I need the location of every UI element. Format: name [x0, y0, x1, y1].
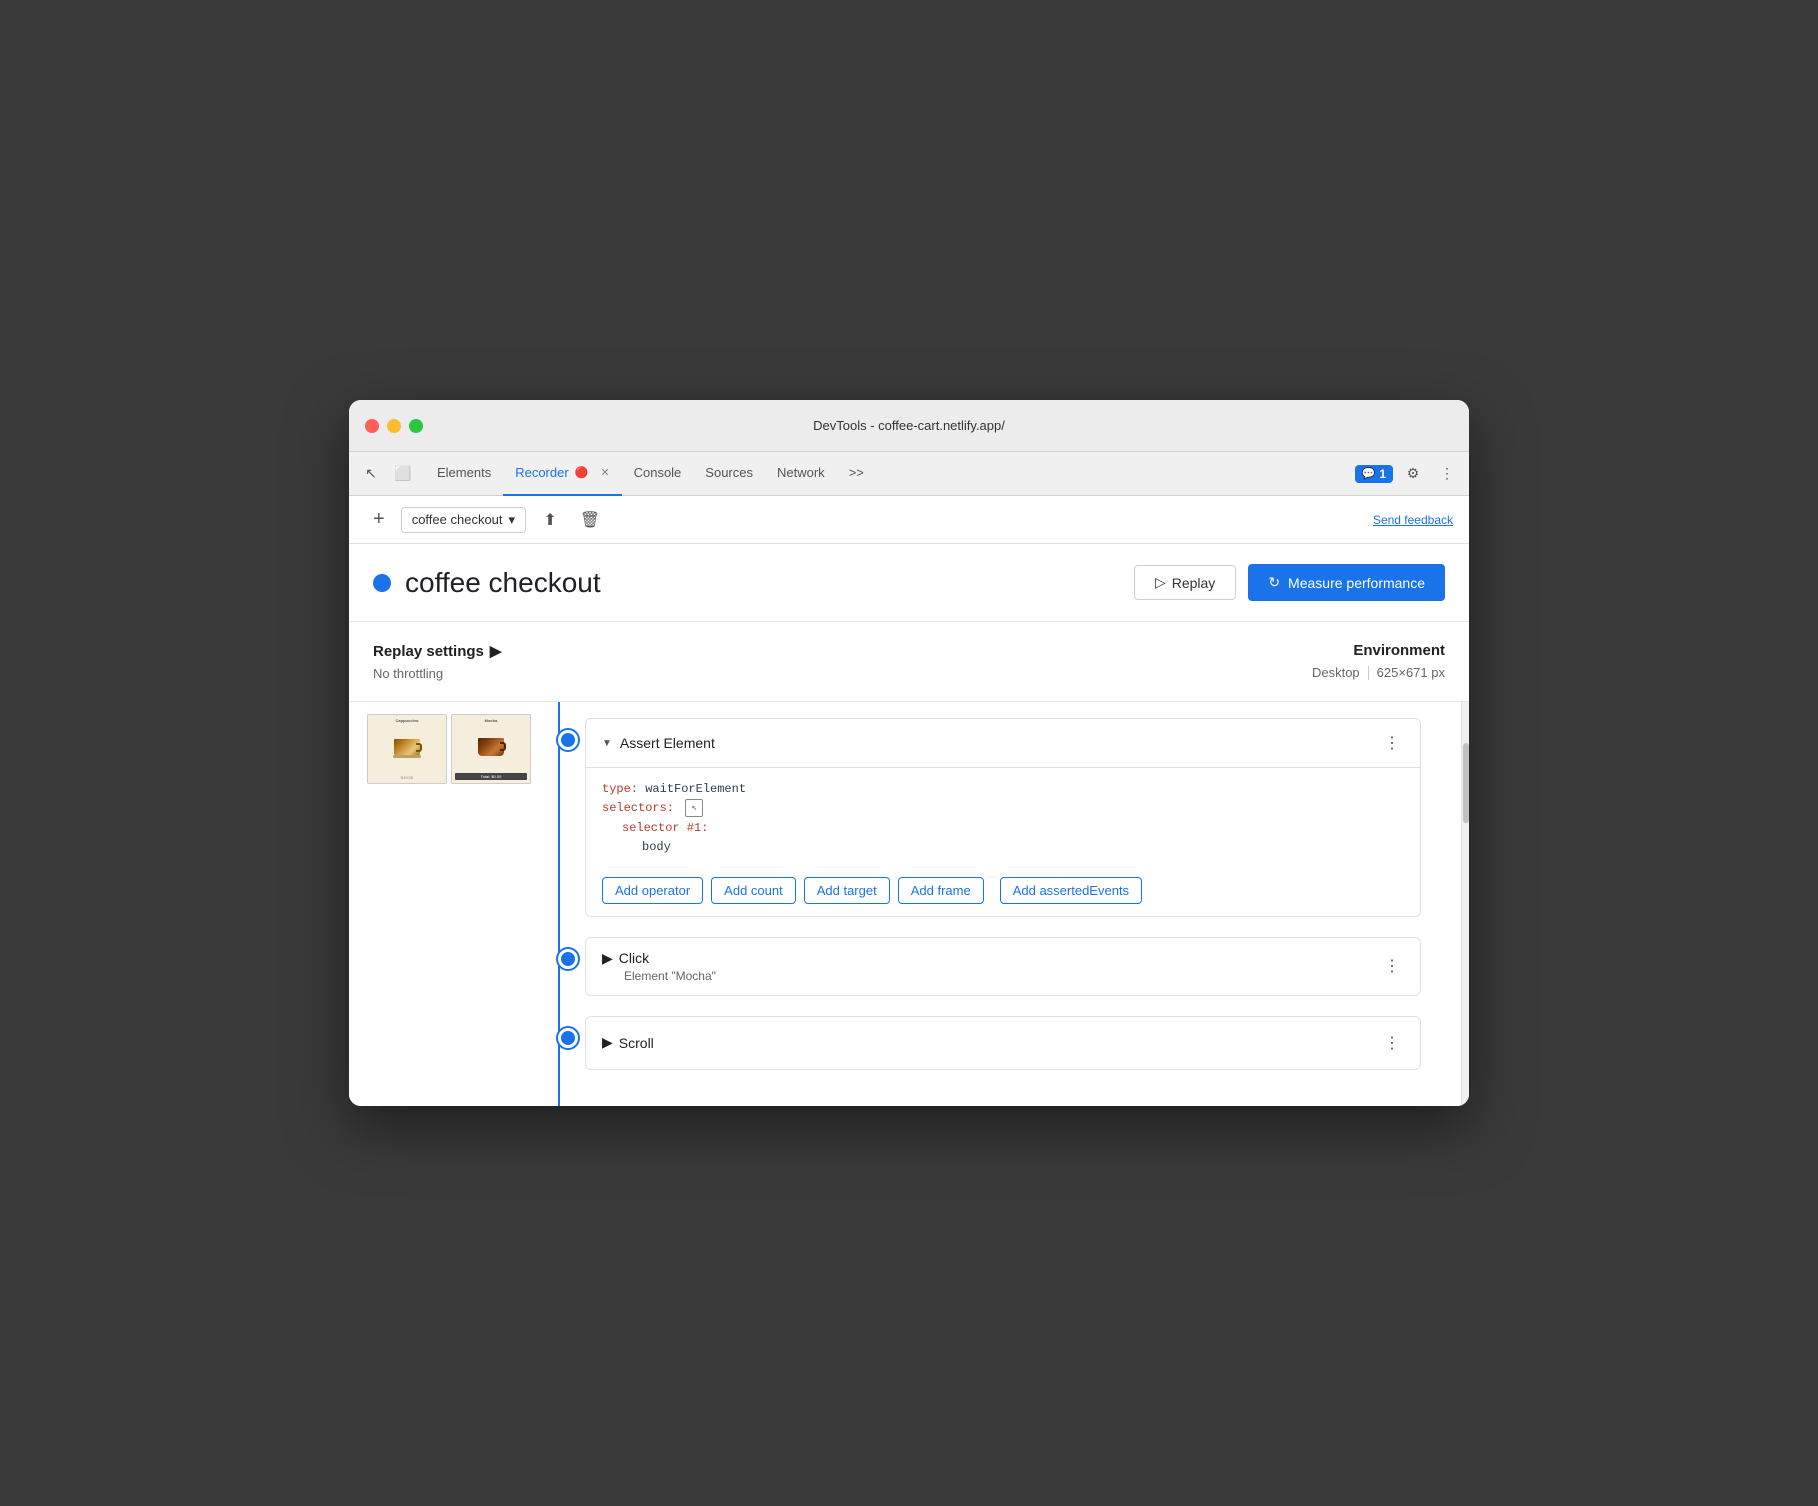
close-button[interactable]	[365, 419, 379, 433]
timeline-dot-2	[558, 949, 578, 969]
title-bar: DevTools - coffee-cart.netlify.app/	[349, 400, 1469, 452]
add-frame-button[interactable]: Add frame	[898, 877, 984, 904]
delete-icon: 🗑	[580, 510, 600, 530]
thumbnail-1: Cappuccino $19.00	[367, 714, 447, 784]
assert-element-header[interactable]: ▼ Assert Element ⋮	[586, 719, 1420, 767]
code-selector1: selector #1:	[602, 819, 1404, 838]
environment-value: Desktop 625×671 px	[1312, 665, 1445, 680]
main-content: coffee checkout ▷ Replay ↻ Measure perfo…	[349, 544, 1469, 1106]
settings-icon[interactable]: ⚙	[1399, 460, 1427, 488]
assert-element-card: ▼ Assert Element ⋮ type: waitForElement	[585, 718, 1421, 917]
export-button[interactable]: ⬆	[534, 504, 566, 536]
add-operator-button[interactable]: Add operator	[602, 877, 703, 904]
step-click: ▶ Click Element "Mocha" ⋮	[585, 937, 1445, 996]
tab-more[interactable]: >>	[837, 452, 876, 496]
recording-header: coffee checkout ▷ Replay ↻ Measure perfo…	[349, 544, 1469, 622]
add-asserted-events-button[interactable]: Add assertedEvents	[1000, 877, 1142, 904]
replay-settings-toggle[interactable]: Replay settings ▶	[373, 642, 501, 660]
click-title: ▶ Click	[602, 950, 716, 967]
environment-title: Environment	[1312, 642, 1445, 659]
environment-section: Environment Desktop 625×671 px	[1312, 642, 1445, 680]
click-header[interactable]: ▶ Click Element "Mocha" ⋮	[586, 938, 1420, 995]
send-feedback-link[interactable]: Send feedback	[1373, 513, 1453, 527]
scroll-card: ▶ Scroll ⋮	[585, 1016, 1421, 1070]
click-title-group: ▶ Click Element "Mocha"	[602, 950, 716, 983]
screenshot-thumbnails: Cappuccino $19.00	[367, 714, 531, 784]
cursor-icon[interactable]: ↖	[357, 460, 385, 488]
timeline-dot-1	[558, 730, 578, 750]
scroll-menu-icon[interactable]: ⋮	[1380, 1029, 1404, 1057]
window-title: DevTools - coffee-cart.netlify.app/	[813, 418, 1005, 433]
click-menu-icon[interactable]: ⋮	[1380, 952, 1404, 980]
click-chevron-icon: ▶	[602, 950, 613, 967]
throttling-value: No throttling	[373, 666, 501, 681]
replay-button[interactable]: ▷ Replay	[1134, 565, 1236, 600]
tab-console[interactable]: Console	[622, 452, 694, 496]
export-icon: ⬆	[543, 510, 556, 530]
scroll-chevron-icon: ▶	[602, 1034, 613, 1051]
replay-play-icon: ▷	[1155, 574, 1166, 591]
add-target-button[interactable]: Add target	[804, 877, 890, 904]
recording-selector[interactable]: coffee checkout ▾	[401, 507, 526, 533]
traffic-lights	[365, 419, 423, 433]
assert-element-body: type: waitForElement selectors: ↖ select	[586, 767, 1420, 869]
scrollbar-thumb[interactable]	[1463, 743, 1469, 823]
assert-element-title-group: ▼ Assert Element	[602, 735, 715, 751]
selector-pick-icon[interactable]: ↖	[685, 799, 703, 817]
device-icon[interactable]: ⬜	[389, 460, 417, 488]
thumbnail-2: Mocha Total: $0.00	[451, 714, 531, 784]
devtools-left-icons: ↖ ⬜	[357, 460, 417, 488]
replay-settings-expand-icon: ▶	[490, 642, 502, 660]
recording-status-dot	[373, 574, 391, 592]
add-count-button[interactable]: Add count	[711, 877, 796, 904]
message-badge[interactable]: 💬 1	[1355, 465, 1393, 483]
tab-recorder[interactable]: Recorder 🔴 ✕	[503, 452, 621, 496]
steps-column: ▼ Assert Element ⋮ type: waitForElement	[549, 702, 1461, 1106]
screenshot-panel: Cappuccino $19.00	[349, 702, 549, 1106]
timeline-dot-3	[558, 1028, 578, 1048]
tab-elements[interactable]: Elements	[425, 452, 503, 496]
scroll-title: ▶ Scroll	[602, 1034, 654, 1051]
delete-button[interactable]: 🗑	[574, 504, 606, 536]
replay-settings-left: Replay settings ▶ No throttling	[373, 642, 501, 681]
code-type: type: waitForElement	[602, 780, 1404, 799]
measure-performance-button[interactable]: ↻ Measure performance	[1248, 564, 1445, 601]
assert-element-menu-icon[interactable]: ⋮	[1380, 729, 1404, 757]
code-body: body	[602, 838, 1404, 857]
code-selectors: selectors: ↖	[602, 799, 1404, 818]
step-scroll: ▶ Scroll ⋮	[585, 1016, 1445, 1070]
tab-network[interactable]: Network	[765, 452, 837, 496]
assert-element-actions: Add operator Add count Add target Add fr…	[586, 869, 1420, 916]
steps-area: Cappuccino $19.00	[349, 702, 1469, 1106]
assert-element-title: Assert Element	[620, 735, 715, 751]
scroll-title-group: ▶ Scroll	[602, 1034, 654, 1051]
click-subtitle: Element "Mocha"	[602, 969, 716, 983]
dropdown-chevron-icon: ▾	[509, 512, 516, 528]
devtools-tab-bar: ↖ ⬜ Elements Recorder 🔴 ✕ Console Source…	[349, 452, 1469, 496]
scroll-header[interactable]: ▶ Scroll ⋮	[586, 1017, 1420, 1069]
add-recording-button[interactable]: +	[365, 504, 393, 535]
step-assert-element: ▼ Assert Element ⋮ type: waitForElement	[585, 718, 1445, 917]
timeline-steps: ▼ Assert Element ⋮ type: waitForElement	[549, 702, 1469, 1106]
scrollbar[interactable]	[1461, 702, 1469, 1106]
tab-sources[interactable]: Sources	[693, 452, 765, 496]
recording-title: coffee checkout	[405, 567, 1134, 599]
devtools-right-icons: 💬 1 ⚙ ⋮	[1355, 460, 1461, 488]
assert-element-chevron-icon: ▼	[602, 738, 612, 749]
minimize-button[interactable]	[387, 419, 401, 433]
recorder-tab-close[interactable]: ✕	[600, 466, 609, 479]
replay-settings-panel: Replay settings ▶ No throttling Environm…	[349, 622, 1469, 702]
maximize-button[interactable]	[409, 419, 423, 433]
devtools-window: DevTools - coffee-cart.netlify.app/ ↖ ⬜ …	[349, 400, 1469, 1106]
click-card: ▶ Click Element "Mocha" ⋮	[585, 937, 1421, 996]
recorder-toolbar: + coffee checkout ▾ ⬆ 🗑 Send feedback	[349, 496, 1469, 544]
measure-icon: ↻	[1268, 574, 1280, 591]
more-icon[interactable]: ⋮	[1433, 460, 1461, 488]
